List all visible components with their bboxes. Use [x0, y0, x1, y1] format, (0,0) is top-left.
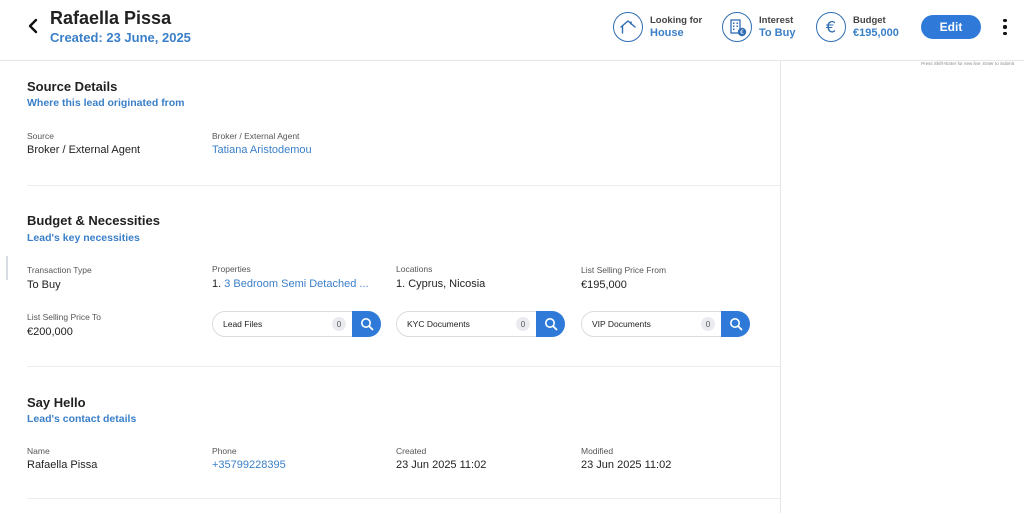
vip-documents-count: 0 [701, 317, 715, 331]
property-link[interactable]: 3 Bedroom Semi Detached ... [224, 278, 368, 290]
interest-label: Interest [759, 15, 794, 26]
section-divider [27, 366, 780, 367]
vip-documents-search[interactable]: VIP Documents 0 [581, 311, 750, 337]
contact-section-subtitle: Lead's contact details [27, 413, 137, 425]
svg-text:€: € [826, 18, 836, 36]
vip-documents-label: VIP Documents [592, 319, 651, 329]
building-euro-icon: € [722, 12, 752, 42]
euro-icon: € [816, 12, 846, 42]
created-label: Created [396, 446, 427, 456]
search-icon [360, 318, 373, 331]
budget-summary: € Budget €195,000 [816, 12, 899, 42]
locations-label: Locations [396, 264, 433, 274]
svg-text:€: € [740, 29, 744, 36]
lead-files-label: Lead Files [223, 319, 263, 329]
section-divider [27, 185, 780, 186]
lead-name: Rafaella Pissa [50, 8, 172, 28]
source-value: Broker / External Agent [27, 144, 141, 156]
price-from-label: List Selling Price From [581, 265, 667, 275]
phone-label: Phone [212, 446, 237, 456]
transaction-type-value: To Buy [27, 279, 61, 291]
properties-value: 1. 3 Bedroom Semi Detached ... [212, 278, 369, 290]
more-vertical-icon [1003, 19, 1007, 35]
notes-panel: Press Shift+Enter for new line, Enter to… [780, 61, 1024, 513]
source-label: Source [27, 131, 54, 141]
kyc-documents-count: 0 [516, 317, 530, 331]
modified-value: 23 Jun 2025 11:02 [581, 459, 672, 471]
edit-button[interactable]: Edit [921, 15, 981, 39]
lead-files-search-button[interactable] [352, 311, 381, 337]
contact-section-title: Say Hello [27, 395, 86, 410]
back-button[interactable] [26, 16, 42, 36]
transaction-type-label: Transaction Type [27, 265, 92, 275]
scroll-indicator[interactable] [6, 256, 8, 280]
lead-files-search[interactable]: Lead Files 0 [212, 311, 381, 337]
name-label: Name [27, 446, 50, 456]
source-section-subtitle: Where this lead originated from [27, 97, 185, 109]
kyc-documents-search-button[interactable] [536, 311, 565, 337]
interest-value: To Buy [759, 27, 796, 39]
budget-label: Budget [853, 15, 886, 26]
price-to-value: €200,000 [27, 326, 73, 338]
properties-index: 1. [212, 278, 222, 290]
budget-value: €195,000 [853, 27, 899, 39]
price-from-value: €195,000 [581, 279, 627, 291]
notes-hint: Press Shift+Enter for new line, Enter to… [921, 61, 1014, 66]
budget-section-title: Budget & Necessities [27, 213, 160, 228]
looking-for-value: House [650, 27, 684, 39]
section-divider [27, 498, 780, 499]
locations-value: 1. Cyprus, Nicosia [396, 278, 486, 290]
budget-section-subtitle: Lead's key necessities [27, 232, 140, 244]
kyc-documents-label: KYC Documents [407, 319, 470, 329]
back-arrow-icon [28, 18, 38, 34]
phone-link[interactable]: +35799228395 [212, 459, 286, 471]
source-section-title: Source Details [27, 79, 118, 94]
lead-files-count: 0 [332, 317, 346, 331]
modified-label: Modified [581, 446, 614, 456]
house-icon [613, 12, 643, 42]
search-icon [544, 318, 557, 331]
broker-link[interactable]: Tatiana Aristodemou [212, 144, 312, 156]
created-value: 23 Jun 2025 11:02 [396, 459, 487, 471]
looking-for-summary: Looking for House [613, 12, 702, 42]
kyc-documents-search[interactable]: KYC Documents 0 [396, 311, 565, 337]
more-options-button[interactable] [998, 16, 1012, 38]
looking-for-label: Looking for [650, 15, 703, 26]
lead-header: Rafaella Pissa Created: 23 June, 2025 Lo… [0, 0, 1024, 61]
vip-documents-search-button[interactable] [721, 311, 750, 337]
broker-label: Broker / External Agent [212, 131, 300, 141]
name-value: Rafaella Pissa [27, 459, 98, 471]
properties-label: Properties [212, 264, 251, 274]
search-icon [729, 318, 742, 331]
created-date: Created: 23 June, 2025 [50, 30, 191, 45]
interest-summary: € Interest To Buy [722, 12, 795, 42]
price-to-label: List Selling Price To [27, 312, 102, 322]
